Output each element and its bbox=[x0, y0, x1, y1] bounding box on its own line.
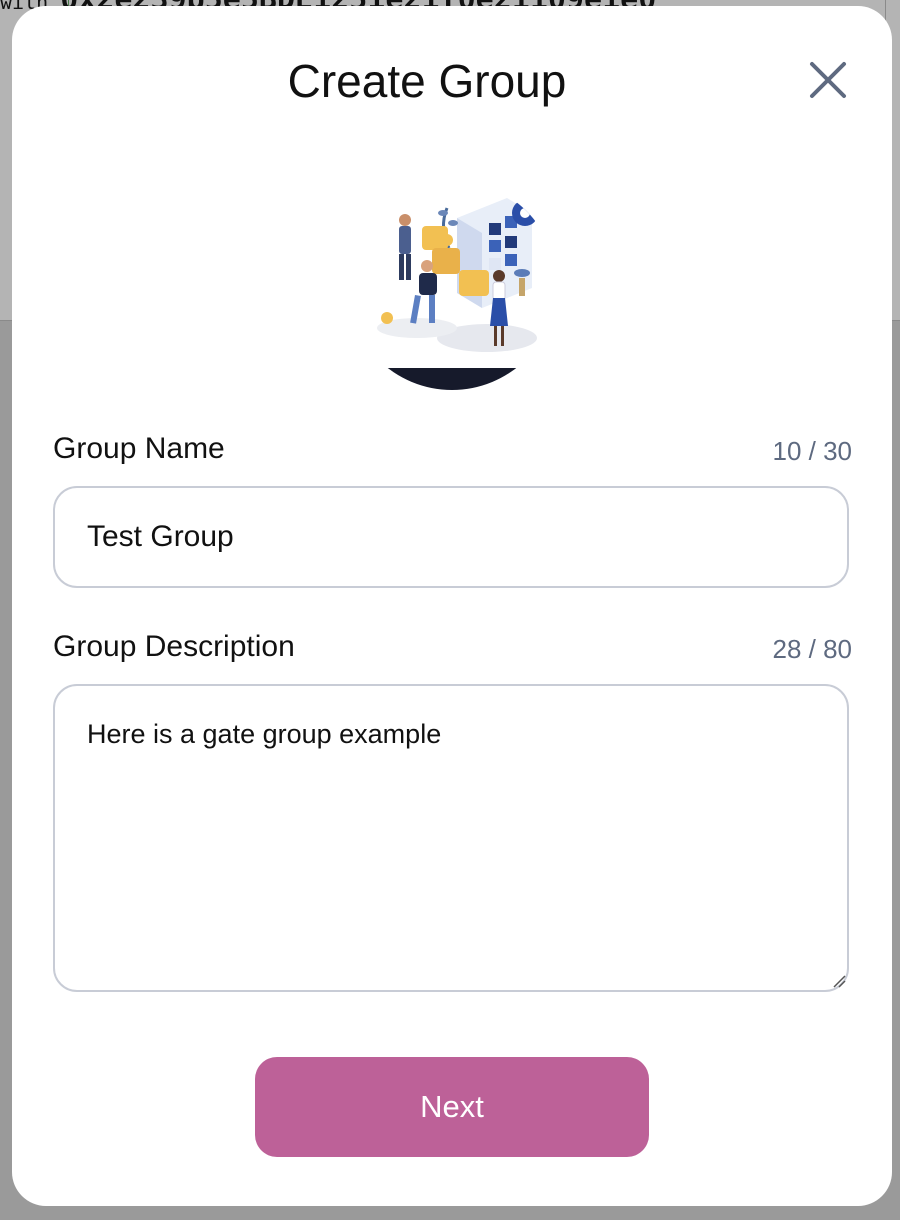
watermark-right: VectorStock.com bbox=[497, 380, 535, 386]
watermark-left: Stock bbox=[371, 377, 392, 386]
next-button[interactable]: Next bbox=[255, 1057, 649, 1157]
group-description-counter: 28 / 80 bbox=[772, 634, 852, 664]
group-description-label: Group Description bbox=[53, 630, 295, 663]
modal-title: Create Group bbox=[287, 55, 567, 107]
group-name-input[interactable] bbox=[53, 486, 849, 588]
close-icon bbox=[810, 62, 846, 98]
create-group-modal: Create Group Stock VectorStock.com Group… bbox=[12, 6, 892, 1206]
resize-handle-icon[interactable] bbox=[832, 974, 846, 988]
group-name-label: Group Name bbox=[53, 432, 225, 465]
group-illustration[interactable]: Stock VectorStock.com bbox=[347, 178, 557, 392]
teamwork-puzzle-illustration: Stock VectorStock.com bbox=[347, 180, 557, 390]
close-button[interactable] bbox=[806, 58, 850, 102]
group-name-counter: 10 / 30 bbox=[772, 436, 852, 466]
group-description-textarea[interactable]: Here is a gate group example bbox=[53, 684, 849, 992]
